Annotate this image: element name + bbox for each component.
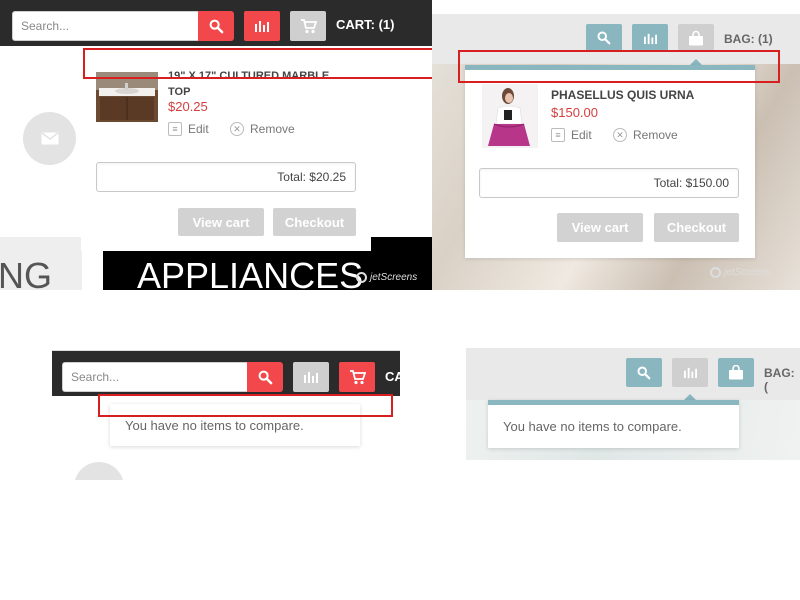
highlight-outline bbox=[83, 48, 432, 79]
compare-button[interactable] bbox=[672, 358, 708, 387]
watermark-text: jetScreens bbox=[370, 272, 418, 283]
remove-x-icon: ✕ bbox=[230, 122, 244, 136]
remove-label: Remove bbox=[633, 128, 678, 142]
search-input[interactable] bbox=[13, 12, 198, 40]
edit-label: Edit bbox=[188, 122, 209, 136]
bag-count-label[interactable]: BAG: (1) bbox=[724, 32, 773, 46]
remove-link[interactable]: ✕ Remove bbox=[613, 128, 678, 142]
search-icon bbox=[597, 31, 611, 45]
edit-link[interactable]: ≡ Edit bbox=[551, 128, 592, 142]
edit-doc-icon: ≡ bbox=[551, 128, 565, 142]
bag-count-label[interactable]: BAG: ( bbox=[764, 366, 800, 394]
cart-icon bbox=[349, 369, 366, 384]
search-button[interactable] bbox=[586, 24, 622, 52]
highlight-outline bbox=[458, 50, 780, 83]
watermark-logo-icon bbox=[710, 267, 721, 278]
compare-empty-message: You have no items to compare. bbox=[503, 419, 682, 434]
product-title[interactable]: PHASELLUS QUIS URNA bbox=[551, 87, 741, 103]
top-gap bbox=[432, 0, 800, 14]
bag-icon bbox=[689, 30, 703, 45]
compare-button[interactable] bbox=[293, 362, 329, 392]
model-dress-image bbox=[482, 84, 538, 148]
screenshot-panel-bag-light: BAG: (1) PHASELLUS QUIS URNA $150.00 ≡ Ed… bbox=[432, 0, 800, 290]
product-thumbnail[interactable] bbox=[482, 84, 538, 148]
search-field[interactable] bbox=[62, 362, 248, 392]
checkout-button[interactable]: Checkout bbox=[654, 213, 739, 242]
watermark-logo-icon bbox=[356, 272, 367, 283]
category-label-left[interactable]: NG bbox=[0, 258, 52, 291]
watermark: jetScreens bbox=[356, 272, 417, 283]
remove-label: Remove bbox=[250, 122, 295, 136]
watermark: jetScreens bbox=[710, 267, 771, 278]
bag-total: Total: $150.00 bbox=[479, 168, 739, 198]
dropdown-accent-strip bbox=[488, 400, 739, 405]
compare-dropdown: You have no items to compare. bbox=[488, 400, 739, 448]
remove-link[interactable]: ✕ Remove bbox=[230, 122, 295, 136]
cart-button[interactable] bbox=[290, 11, 326, 41]
watermark-text: jetScreens bbox=[724, 267, 772, 278]
mail-icon bbox=[41, 132, 58, 145]
compare-empty-message: You have no items to compare. bbox=[125, 417, 304, 433]
mail-circle[interactable] bbox=[74, 462, 124, 480]
bag-button[interactable] bbox=[678, 24, 714, 52]
compare-chart-icon bbox=[255, 21, 269, 32]
edit-label: Edit bbox=[571, 128, 592, 142]
product-thumbnail[interactable] bbox=[96, 72, 158, 122]
cart-icon bbox=[300, 18, 317, 33]
compare-chart-icon bbox=[643, 33, 657, 44]
view-cart-button[interactable]: View cart bbox=[557, 213, 643, 242]
search-icon bbox=[258, 370, 272, 384]
edit-link[interactable]: ≡ Edit bbox=[168, 122, 209, 136]
cart-count-label[interactable]: CA bbox=[385, 369, 400, 384]
compare-chart-icon bbox=[683, 367, 697, 379]
search-field[interactable] bbox=[12, 11, 199, 41]
screenshot-panel-compare-light: BAG: ( You have no items to compare. bbox=[466, 348, 800, 460]
cart-count-label[interactable]: CART: (1) bbox=[336, 17, 395, 32]
checkout-button[interactable]: Checkout bbox=[273, 208, 356, 236]
cart-total: Total: $20.25 bbox=[96, 162, 356, 192]
highlight-outline bbox=[98, 394, 393, 417]
search-icon bbox=[209, 19, 223, 33]
bag-button[interactable] bbox=[718, 358, 754, 387]
remove-x-icon: ✕ bbox=[613, 128, 627, 142]
mail-circle[interactable] bbox=[23, 112, 76, 165]
screenshot-panel-cart-dark: CART: (1) NG APPLIANCES jetScreens 19" X… bbox=[0, 0, 432, 290]
view-cart-button[interactable]: View cart bbox=[178, 208, 264, 236]
category-label-appliances[interactable]: APPLIANCES bbox=[137, 258, 363, 291]
edit-doc-icon: ≡ bbox=[168, 122, 182, 136]
search-button[interactable] bbox=[626, 358, 662, 387]
compare-chart-icon bbox=[304, 372, 318, 383]
compare-button[interactable] bbox=[244, 11, 280, 41]
cart-button[interactable] bbox=[339, 362, 375, 392]
product-price: $20.25 bbox=[168, 99, 208, 114]
search-button[interactable] bbox=[198, 11, 234, 41]
product-price: $150.00 bbox=[551, 105, 598, 120]
search-input[interactable] bbox=[63, 363, 247, 391]
screenshot-panel-compare-dark: CA You have no items to compare. bbox=[52, 350, 400, 480]
search-icon bbox=[637, 366, 651, 379]
search-button[interactable] bbox=[247, 362, 283, 392]
compare-button[interactable] bbox=[632, 24, 668, 52]
marble-vanity-image bbox=[96, 72, 158, 122]
bag-icon bbox=[729, 365, 743, 380]
